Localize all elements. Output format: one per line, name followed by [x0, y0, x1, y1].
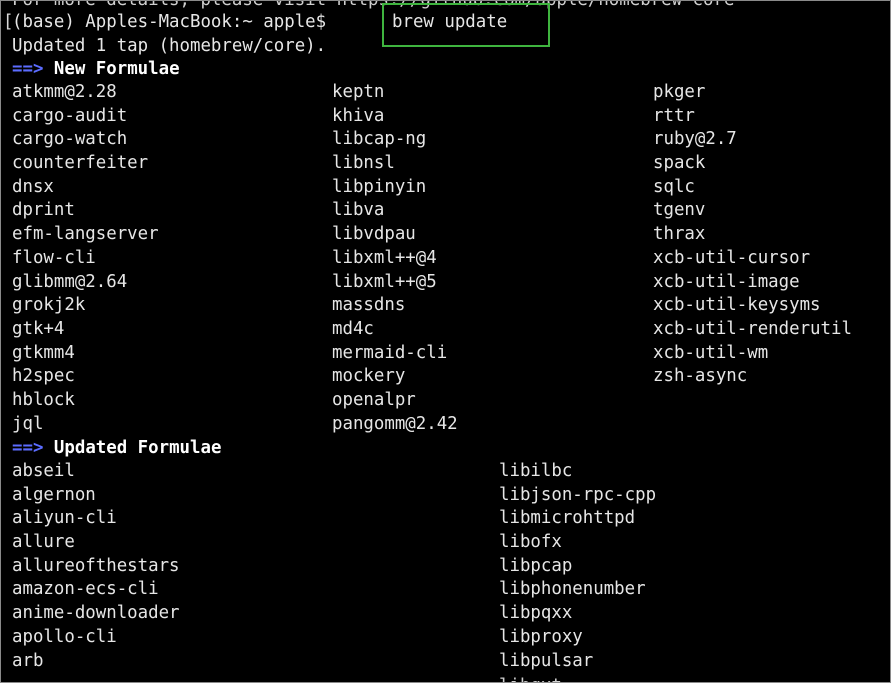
list-item: libmicrohttpd: [499, 508, 636, 529]
list-item: jql: [12, 413, 44, 434]
new-formulae-column-2: keptn khiva libcap-ng libnsl libpinyin l…: [332, 81, 458, 436]
arrow-marker: ==>: [12, 59, 44, 79]
list-item: libpqxx: [499, 603, 573, 624]
list-item: tgenv: [653, 200, 706, 221]
list-item: flow-cli: [12, 247, 96, 268]
list-item: zsh-async: [653, 366, 748, 387]
list-item: aliyun-cli: [12, 508, 117, 529]
updated-formulae-header: ==> Updated Formulae: [12, 436, 221, 460]
list-item: khiva: [332, 105, 385, 126]
list-item: pkger: [653, 82, 706, 102]
list-item: xcb-util-renderutil: [653, 318, 852, 339]
list-item: gtkmm4: [12, 342, 75, 363]
list-item: xcb-util-image: [653, 271, 800, 292]
prompt-line: (base) Apples-MacBook:~ apple$: [12, 10, 337, 34]
list-item: xcb-util-wm: [653, 342, 769, 363]
list-item: hblock: [12, 389, 75, 410]
list-item: libpinyin: [332, 176, 427, 197]
list-item: cargo-audit: [12, 105, 128, 126]
section-title: New Formulae: [53, 59, 180, 79]
list-item: glibmm@2.64: [12, 271, 128, 292]
arrow-marker: ==>: [12, 438, 44, 458]
list-item: libpcap: [499, 555, 573, 576]
new-formulae-column-1: atkmm@2.28 cargo-audit cargo-watch count…: [12, 81, 159, 436]
list-item: libnsl: [332, 153, 395, 174]
list-item: massdns: [332, 295, 406, 316]
updated-formulae-column-1: abseil algernon aliyun-cli allure allure…: [12, 460, 180, 673]
list-item: dnsx: [12, 176, 54, 197]
list-item: libpulsar: [499, 650, 594, 671]
list-item: thrax: [653, 224, 706, 245]
new-formulae-header: ==> New Formulae: [12, 57, 180, 81]
list-item: md4c: [332, 318, 374, 339]
list-item: pangomm@2.42: [332, 413, 458, 434]
list-item: abseil: [12, 461, 75, 481]
list-item: allure: [12, 532, 75, 553]
list-item: spack: [653, 153, 706, 174]
list-item: efm-langserver: [12, 224, 159, 245]
cut-off-list-item: libqxt: [499, 674, 562, 682]
brew-update-command[interactable]: brew update: [392, 10, 507, 34]
list-item: libcap-ng: [332, 129, 427, 150]
list-item: apollo-cli: [12, 626, 117, 647]
list-item: libphonenumber: [499, 579, 646, 600]
list-item: amazon-ecs-cli: [12, 579, 159, 600]
list-item: cargo-watch: [12, 129, 128, 150]
list-item: xcb-util-keysyms: [653, 295, 821, 316]
list-item: anime-downloader: [12, 603, 180, 624]
list-item: sqlc: [653, 176, 695, 197]
tap-message: Updated 1 tap (homebrew/core).: [12, 36, 327, 56]
list-item: counterfeiter: [12, 153, 149, 174]
list-item: allureofthestars: [12, 555, 180, 576]
list-item: libofx: [499, 532, 562, 553]
list-item: mermaid-cli: [332, 342, 448, 363]
list-item: grokj2k: [12, 295, 86, 316]
list-item: xcb-util-cursor: [653, 247, 811, 268]
section-title: Updated Formulae: [53, 438, 222, 458]
new-formulae-column-3: pkger rttr ruby@2.7 spack sqlc tgenv thr…: [653, 81, 852, 389]
list-item: ruby@2.7: [653, 129, 737, 150]
list-item: libxml++@5: [332, 271, 437, 292]
updated-formulae-column-2: libilbc libjson-rpc-cpp libmicrohttpd li…: [499, 460, 656, 673]
list-item: gtk+4: [12, 318, 65, 339]
list-item: rttr: [653, 105, 695, 126]
list-item: libjson-rpc-cpp: [499, 484, 657, 505]
list-item: libva: [332, 200, 385, 221]
list-item: dprint: [12, 200, 75, 221]
list-item: libproxy: [499, 626, 583, 647]
shell-prompt: (base) Apples-MacBook:~ apple$: [12, 12, 337, 32]
list-item: keptn: [332, 82, 385, 102]
terminal-window[interactable]: For more details, please visit https://g…: [0, 0, 891, 683]
list-item: mockery: [332, 366, 406, 387]
list-item: libilbc: [499, 461, 573, 481]
list-item: openalpr: [332, 389, 416, 410]
list-item: algernon: [12, 484, 96, 505]
list-item: libvdpau: [332, 224, 416, 245]
list-item: libxml++@4: [332, 247, 437, 268]
list-item: arb: [12, 650, 44, 671]
list-item: atkmm@2.28: [12, 82, 117, 102]
list-item: h2spec: [12, 366, 75, 387]
